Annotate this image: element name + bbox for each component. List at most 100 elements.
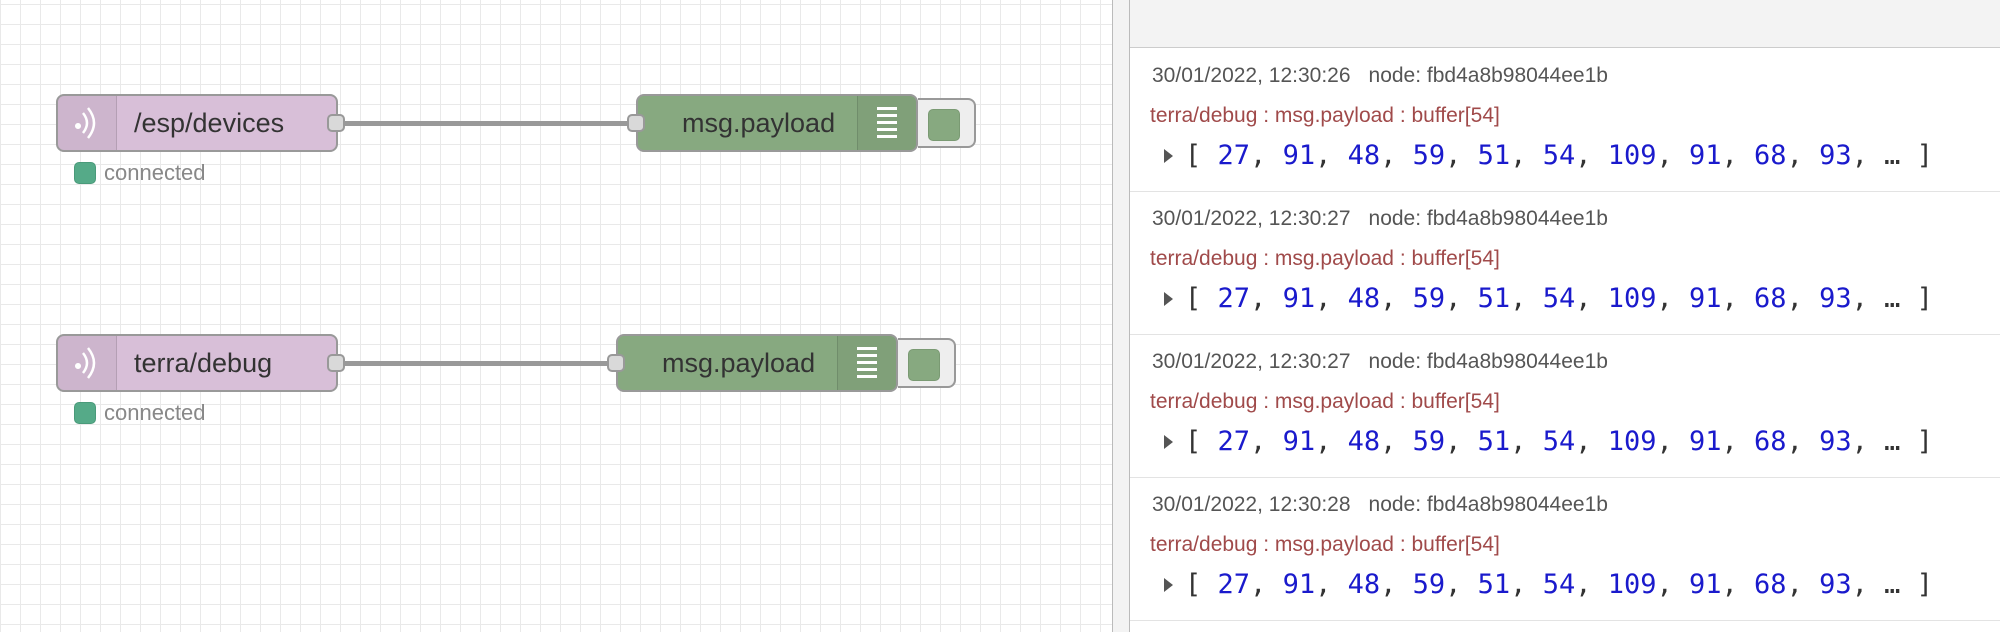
array-value: 59 xyxy=(1412,426,1446,457)
array-value: 91 xyxy=(1689,569,1722,600)
array-value: 27 xyxy=(1217,426,1251,457)
array-ellipsis: … xyxy=(1884,569,1901,600)
array-separator: , xyxy=(1445,426,1478,457)
array-separator: , xyxy=(1786,283,1820,314)
wire-esp-devices[interactable] xyxy=(336,121,638,126)
array-value: 91 xyxy=(1282,283,1316,314)
output-port[interactable] xyxy=(327,354,345,372)
caret-right-icon[interactable] xyxy=(1164,577,1173,592)
message-topic: terra/debug : msg.payload : buffer[54] xyxy=(1150,390,1500,413)
array-separator: , xyxy=(1786,569,1820,600)
mqtt-in-node-esp-devices[interactable]: /esp/devices xyxy=(56,94,338,152)
message-node-link[interactable]: node: fbd4a8b98044ee1b xyxy=(1369,207,1608,230)
array-value: 27 xyxy=(1217,569,1251,600)
array-value: 68 xyxy=(1754,569,1787,600)
debug-message: 30/01/2022, 12:30:27 node: fbd4a8b98044ee… xyxy=(1130,191,2000,335)
array-value: 54 xyxy=(1542,283,1576,314)
debug-node-2[interactable]: msg.payload xyxy=(616,334,898,392)
debug-sidebar: 30/01/2022, 12:30:26 node: fbd4a8b98044ee… xyxy=(1130,0,2000,632)
message-topic: terra/debug : msg.payload : buffer[54] xyxy=(1150,533,1500,556)
array-close-bracket: ] xyxy=(1916,283,1933,314)
array-separator: , xyxy=(1250,140,1283,171)
list-lines-icon xyxy=(857,347,877,378)
array-separator: , xyxy=(1510,140,1543,171)
caret-right-icon[interactable] xyxy=(1164,291,1173,306)
array-separator: , xyxy=(1380,283,1413,314)
array-separator: , xyxy=(1250,426,1283,457)
array-open-bracket: [ xyxy=(1185,569,1202,600)
array-separator: , xyxy=(1575,283,1608,314)
array-separator: , xyxy=(1851,283,1885,314)
array-separator: , xyxy=(1445,283,1478,314)
array-separator: , xyxy=(1380,140,1413,171)
message-payload[interactable]: [ 27, 91, 48, 59, 51, 54, 109, 91, 68, 9… xyxy=(1164,569,1933,600)
array-separator: , xyxy=(1656,426,1690,457)
array-value: 48 xyxy=(1347,569,1381,600)
message-meta: 30/01/2022, 12:30:27 node: fbd4a8b98044ee… xyxy=(1152,207,1608,231)
node-label: terra/debug xyxy=(134,347,273,378)
array-separator: , xyxy=(1250,283,1283,314)
message-node-link[interactable]: node: fbd4a8b98044ee1b xyxy=(1369,64,1608,87)
message-timestamp: 30/01/2022, 12:30:28 xyxy=(1152,493,1351,516)
message-payload[interactable]: [ 27, 91, 48, 59, 51, 54, 109, 91, 68, 9… xyxy=(1164,140,1933,171)
array-value: 27 xyxy=(1217,140,1251,171)
debug-node-1[interactable]: msg.payload xyxy=(636,94,918,152)
array-separator: , xyxy=(1380,569,1413,600)
message-payload[interactable]: [ 27, 91, 48, 59, 51, 54, 109, 91, 68, 9… xyxy=(1164,283,1933,314)
debug-icon-cell xyxy=(837,336,896,390)
array-value: 91 xyxy=(1689,426,1722,457)
message-payload[interactable]: [ 27, 91, 48, 59, 51, 54, 109, 91, 68, 9… xyxy=(1164,426,1933,457)
array-separator: , xyxy=(1250,569,1283,600)
flow-workspace[interactable]: /esp/devices connected msg.payload terra… xyxy=(0,0,1112,632)
mqtt-icon-cell xyxy=(58,336,117,390)
message-node-link[interactable]: node: fbd4a8b98044ee1b xyxy=(1369,493,1608,516)
array-value: 48 xyxy=(1347,283,1381,314)
array-value: 51 xyxy=(1477,283,1511,314)
message-topic: terra/debug : msg.payload : buffer[54] xyxy=(1150,104,1500,127)
array-separator: , xyxy=(1510,426,1543,457)
caret-right-icon[interactable] xyxy=(1164,434,1173,449)
array-separator: , xyxy=(1445,569,1478,600)
array-value: 91 xyxy=(1282,426,1316,457)
debug-message: 30/01/2022, 12:30:26 node: fbd4a8b98044ee… xyxy=(1130,48,2000,192)
debug-toggle-button[interactable] xyxy=(918,98,976,148)
array-value: 91 xyxy=(1282,569,1316,600)
sidebar-resize-handle[interactable] xyxy=(1112,0,1130,632)
list-lines-icon xyxy=(877,107,897,138)
array-separator: , xyxy=(1656,283,1690,314)
array-separator: , xyxy=(1575,569,1608,600)
array-value: 54 xyxy=(1542,426,1576,457)
status-dot-icon xyxy=(74,162,96,184)
array-ellipsis: … xyxy=(1884,426,1901,457)
mqtt-in-node-terra-debug[interactable]: terra/debug xyxy=(56,334,338,392)
array-value: 93 xyxy=(1819,426,1852,457)
toggle-indicator xyxy=(908,349,940,381)
array-separator: , xyxy=(1510,283,1543,314)
output-port[interactable] xyxy=(327,114,345,132)
node-label: msg.payload xyxy=(682,107,836,138)
array-separator: , xyxy=(1721,140,1755,171)
signal-waves-icon xyxy=(75,347,96,379)
message-node-link[interactable]: node: fbd4a8b98044ee1b xyxy=(1369,350,1608,373)
array-separator: , xyxy=(1656,569,1690,600)
array-value: 93 xyxy=(1819,569,1852,600)
array-separator: , xyxy=(1656,140,1690,171)
input-port[interactable] xyxy=(607,354,625,372)
input-port[interactable] xyxy=(627,114,645,132)
array-separator: , xyxy=(1315,426,1348,457)
caret-right-icon[interactable] xyxy=(1164,148,1173,163)
array-open-bracket: [ xyxy=(1185,283,1202,314)
array-value: 109 xyxy=(1607,140,1657,171)
mqtt-icon-cell xyxy=(58,96,117,150)
toggle-indicator xyxy=(928,109,960,141)
array-value: 59 xyxy=(1412,283,1446,314)
array-value: 109 xyxy=(1607,569,1657,600)
wire-terra-debug[interactable] xyxy=(336,361,618,366)
node-status: connected xyxy=(74,400,206,426)
array-value: 109 xyxy=(1607,283,1657,314)
array-value: 109 xyxy=(1607,426,1657,457)
debug-toggle-button[interactable] xyxy=(898,338,956,388)
array-value: 93 xyxy=(1819,283,1852,314)
message-topic: terra/debug : msg.payload : buffer[54] xyxy=(1150,247,1500,270)
status-dot-icon xyxy=(74,402,96,424)
